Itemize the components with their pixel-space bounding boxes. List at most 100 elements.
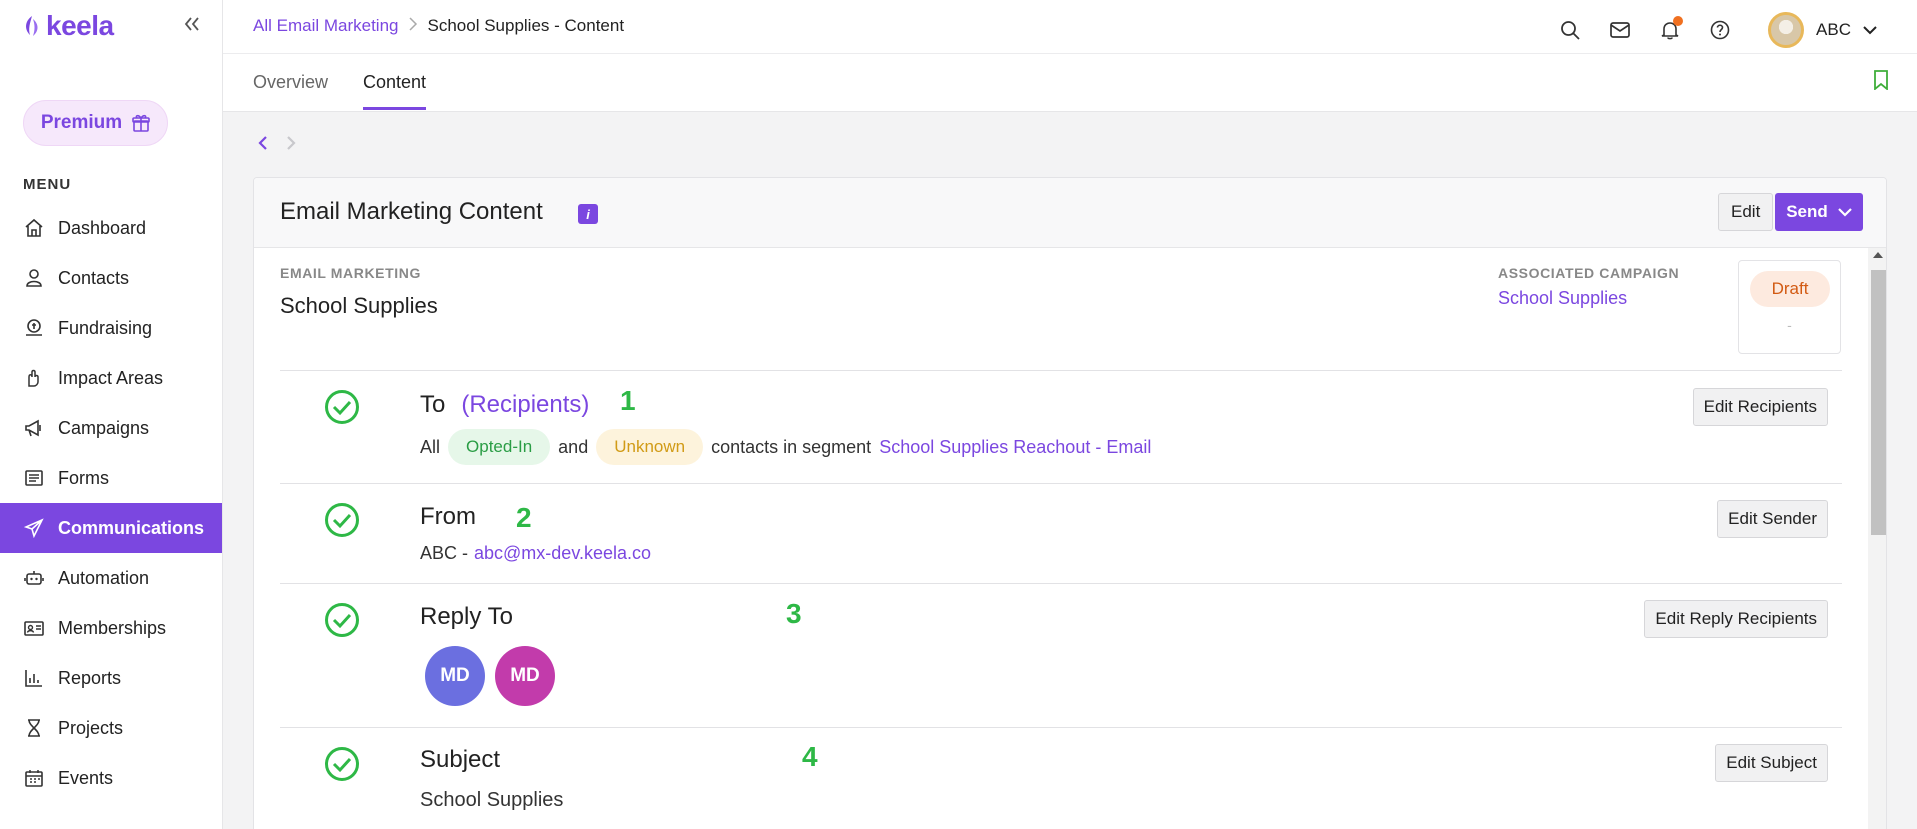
edit-button[interactable]: Edit — [1718, 193, 1774, 231]
user-name: ABC — [1816, 20, 1851, 39]
segment-text: contacts in segment — [711, 436, 872, 457]
sidebar-item-forms[interactable]: Forms — [0, 453, 222, 503]
reply-to-avatars: MD MD — [425, 646, 555, 706]
sidebar-item-label: Reports — [58, 667, 122, 688]
unknown-pill: Unknown — [596, 429, 704, 465]
sidebar-item-label: Events — [58, 767, 114, 788]
content-scrollbar[interactable] — [1868, 248, 1886, 829]
sidebar-item-fundraising[interactable]: Fundraising — [0, 303, 222, 353]
card-header: Email Marketing Content i Edit Send — [254, 178, 1886, 248]
tab-content[interactable]: Content — [363, 72, 427, 110]
record-pager — [254, 132, 300, 154]
chevron-down-icon — [1863, 25, 1877, 34]
calendar-icon — [25, 770, 43, 787]
scroll-thumb[interactable] — [1871, 270, 1886, 535]
sidebar-item-reports[interactable]: Reports — [0, 653, 222, 703]
sidebar-item-dashboard[interactable]: Dashboard — [0, 203, 222, 253]
subject-value: School Supplies — [420, 789, 564, 811]
search-button[interactable] — [1558, 18, 1582, 42]
send-button[interactable]: Send — [1775, 193, 1863, 231]
email-content-card: Email Marketing Content i Edit Send EMAI… — [253, 177, 1887, 829]
bar-chart-icon — [25, 670, 42, 687]
sidebar-item-automation[interactable]: Automation — [0, 553, 222, 603]
sidebar-item-label: Fundraising — [58, 317, 153, 338]
gift-icon — [132, 114, 150, 132]
bookmark-button[interactable] — [1873, 70, 1893, 94]
opted-in-pill: Opted-In — [448, 429, 551, 465]
sidebar-item-impact-areas[interactable]: Impact Areas — [0, 353, 222, 403]
logo-text: keela — [46, 10, 114, 41]
sender-name: ABC - — [420, 543, 469, 563]
edit-recipients-button[interactable]: Edit Recipients — [1692, 388, 1828, 426]
sender-email-link[interactable]: abc@mx-dev.keela.co — [474, 543, 651, 564]
sidebar-item-label: Campaigns — [58, 417, 150, 438]
recipients-link[interactable]: (Recipients) — [461, 391, 589, 419]
help-button[interactable] — [1708, 18, 1732, 42]
messages-button[interactable] — [1608, 18, 1632, 42]
email-marketing-name: School Supplies — [280, 293, 438, 318]
sidebar-item-campaigns[interactable]: Campaigns — [0, 403, 222, 453]
megaphone-icon — [25, 419, 41, 437]
to-title: To (Recipients) — [420, 391, 589, 419]
sidebar-item-events[interactable]: Events — [0, 753, 222, 803]
associated-campaign-link[interactable]: School Supplies — [1498, 288, 1627, 309]
sidebar: keela Premium MENU Dashboard Contacts Fu… — [0, 0, 223, 829]
sidebar-item-label: Automation — [58, 567, 150, 588]
check-circle-icon — [325, 747, 359, 781]
reply-to-title: Reply To — [420, 603, 513, 630]
card-title: Email Marketing Content — [280, 198, 543, 225]
mail-icon — [1610, 22, 1630, 38]
help-circle-icon — [1710, 20, 1730, 40]
scroll-up-arrow-icon[interactable] — [1873, 252, 1883, 258]
next-record-button[interactable] — [282, 132, 300, 154]
section-from: From 2 Edit Sender ABC - abc@mx-dev.keel… — [280, 483, 1842, 583]
section-reply-to: Reply To 3 Edit Reply Recipients MD MD — [280, 583, 1842, 727]
tab-overview[interactable]: Overview — [253, 72, 328, 107]
premium-label: Premium — [40, 112, 123, 133]
status-badge: Draft — [1750, 271, 1830, 307]
section-subject: Subject 4 Edit Subject School Supplies — [280, 727, 1842, 829]
edit-subject-button[interactable]: Edit Subject — [1715, 744, 1828, 782]
sidebar-item-projects[interactable]: Projects — [0, 703, 222, 753]
card-body: EMAIL MARKETING School Supplies ASSOCIAT… — [254, 248, 1864, 829]
user-menu[interactable]: ABC — [1768, 12, 1877, 48]
robot-icon — [24, 571, 44, 585]
collapse-sidebar-button[interactable] — [182, 14, 202, 34]
notifications-button[interactable] — [1658, 16, 1684, 42]
step-number: 2 — [516, 502, 532, 533]
avatar[interactable]: MD — [425, 646, 485, 706]
sidebar-item-communications[interactable]: Communications — [0, 503, 222, 553]
id-card-icon — [24, 621, 44, 636]
sender-line: ABC - abc@mx-dev.keela.co — [420, 543, 651, 564]
home-icon — [25, 218, 43, 237]
from-title: From — [420, 503, 476, 530]
sidebar-item-label: Forms — [58, 467, 109, 488]
status-sub: - — [1787, 317, 1792, 333]
info-icon[interactable]: i — [578, 204, 598, 224]
sidebar-item-memberships[interactable]: Memberships — [0, 603, 222, 653]
status-box: Draft - — [1738, 260, 1841, 354]
edit-reply-recipients-button[interactable]: Edit Reply Recipients — [1644, 600, 1828, 638]
donation-icon — [26, 319, 42, 336]
recipients-and: and — [558, 436, 589, 457]
form-icon — [25, 470, 43, 486]
previous-record-button[interactable] — [254, 132, 272, 154]
sidebar-item-contacts[interactable]: Contacts — [0, 253, 222, 303]
chevron-down-icon — [1838, 207, 1852, 217]
avatar[interactable]: MD — [495, 646, 555, 706]
sidebar-item-label: Memberships — [58, 617, 167, 638]
sidebar-item-label: Communications — [58, 517, 205, 538]
breadcrumb-parent-link[interactable]: All Email Marketing — [253, 16, 399, 36]
subject-title: Subject — [420, 746, 501, 773]
edit-sender-button[interactable]: Edit Sender — [1717, 500, 1828, 538]
sidebar-item-label: Projects — [58, 717, 124, 738]
tabs-bar: Overview Content — [223, 54, 1917, 112]
menu-heading: MENU — [23, 176, 72, 193]
premium-button[interactable]: Premium — [23, 100, 168, 146]
keela-logo[interactable]: keela — [22, 10, 114, 42]
segment-link[interactable]: School Supplies Reachout - Email — [879, 437, 1151, 458]
check-circle-icon — [325, 390, 359, 424]
email-marketing-label: EMAIL MARKETING — [280, 265, 421, 281]
paper-plane-icon — [24, 518, 44, 538]
step-number: 1 — [620, 385, 636, 416]
